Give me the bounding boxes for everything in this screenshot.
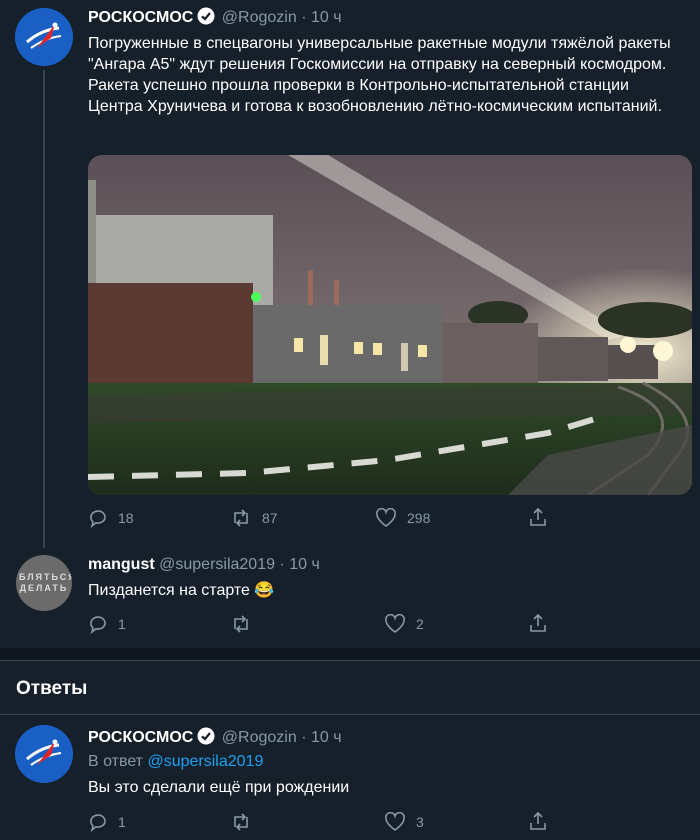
answer-reply-count: 1 — [118, 814, 126, 830]
reply-retweet-button[interactable] — [230, 614, 252, 634]
answer-author-handle[interactable]: @Rogozin — [222, 729, 297, 746]
reply-author-handle[interactable]: @supersila2019 — [159, 556, 275, 573]
reply-like-count: 2 — [416, 616, 424, 632]
thread-line — [43, 70, 45, 548]
answer-author-avatar[interactable] — [15, 725, 73, 783]
answer-time[interactable]: · 10 ч — [301, 729, 341, 746]
heart-icon — [376, 508, 396, 527]
answer-share-button[interactable] — [528, 811, 548, 831]
heart-icon — [385, 812, 405, 831]
like-count: 298 — [407, 510, 431, 526]
answer-like-count: 3 — [416, 814, 424, 830]
reply-author-avatar[interactable]: БЛЯТЬСЯ ДЕЛАТЬ — [16, 555, 72, 611]
tweet-text: Погруженные в спецвагоны универсальные р… — [88, 35, 671, 115]
reply-to-line: В ответ @supersila2019 — [88, 753, 263, 771]
reply-time[interactable]: · 10 ч — [279, 556, 319, 573]
reply-text: Пизданется на старте 😂 — [88, 582, 275, 599]
like-button[interactable]: 298 — [375, 508, 430, 528]
retweet-icon — [234, 615, 248, 633]
replies-heading: Ответы — [16, 678, 88, 699]
share-icon — [530, 507, 546, 526]
reply-to-prefix: В ответ — [88, 753, 144, 770]
tweet-photo[interactable] — [88, 155, 692, 495]
verified-badge-icon — [197, 727, 215, 750]
reply-reply-button[interactable]: 1 — [88, 614, 126, 634]
share-icon — [530, 613, 546, 632]
heart-icon — [385, 614, 405, 633]
reply-share-button[interactable] — [528, 613, 548, 633]
share-icon — [530, 811, 546, 830]
answer-author-name[interactable]: РОСКОСМОС — [88, 729, 193, 746]
answer-reply-button[interactable]: 1 — [88, 812, 126, 832]
answer-like-button[interactable]: 3 — [384, 812, 424, 832]
reply-reply-count: 1 — [118, 616, 126, 632]
reply-count: 18 — [118, 510, 134, 526]
answer-text: Вы это сделали ещё при рождении — [88, 779, 350, 796]
section-separator — [0, 648, 700, 660]
author-avatar[interactable] — [15, 8, 73, 66]
reply-button[interactable]: 18 — [88, 508, 134, 528]
reply-to-handle-link[interactable]: @supersila2019 — [147, 753, 263, 770]
retweet-icon — [234, 813, 248, 831]
answer-header: РОСКОСМОС @Rogozin · 10 ч — [88, 727, 342, 750]
reply-icon — [90, 814, 106, 832]
reply-like-button[interactable]: 2 — [384, 614, 424, 634]
reply-author-name[interactable]: mangust — [88, 556, 155, 573]
share-button[interactable] — [528, 507, 548, 527]
retweet-count: 87 — [262, 510, 278, 526]
tweet-time[interactable]: · 10 ч — [301, 9, 341, 26]
divider — [0, 714, 700, 715]
retweet-icon — [234, 509, 248, 527]
answer-retweet-button[interactable] — [230, 812, 252, 832]
avatar-text: БЛЯТЬСЯ ДЕЛАТЬ — [19, 572, 72, 593]
train-photo-image — [88, 155, 692, 495]
reply-icon — [90, 616, 106, 634]
roscosmos-logo-icon — [15, 8, 73, 66]
author-name[interactable]: РОСКОСМОС — [88, 9, 193, 26]
retweet-button[interactable]: 87 — [230, 508, 278, 528]
tweet-header: РОСКОСМОС @Rogozin · 10 ч — [88, 7, 342, 30]
divider — [0, 660, 700, 661]
verified-badge-icon — [197, 7, 215, 30]
author-handle[interactable]: @Rogozin — [222, 9, 297, 26]
roscosmos-logo-icon — [15, 725, 73, 783]
reply-header: mangust @supersila2019 · 10 ч — [88, 556, 320, 574]
reply-icon — [90, 510, 106, 528]
